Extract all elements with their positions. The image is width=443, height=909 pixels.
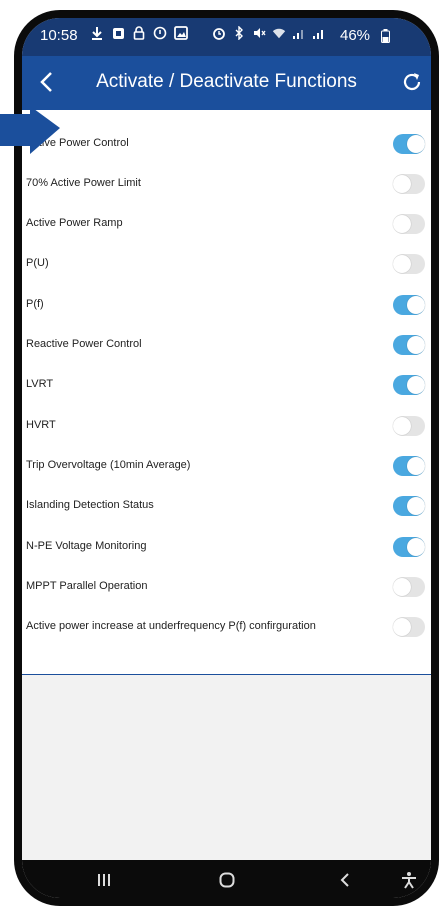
status-right-icons: [212, 26, 326, 40]
sync-icon: [153, 26, 167, 40]
function-row-islanding-detection: Islanding Detection Status: [22, 487, 431, 527]
toggle-knob: [407, 135, 425, 153]
mute-icon: [252, 26, 266, 40]
page-title: Activate / Deactivate Functions: [96, 71, 357, 92]
function-row-active-power-ramp: Active Power Ramp: [22, 205, 431, 245]
function-row-trip-overvoltage: Trip Overvoltage (10min Average): [22, 447, 431, 487]
refresh-button[interactable]: [396, 66, 428, 98]
function-label: LVRT: [26, 378, 54, 390]
function-row-active-power-control: Active Power Control: [22, 125, 431, 165]
toggle-mppt-parallel-operation[interactable]: [393, 577, 425, 597]
toggle-knob: [393, 175, 411, 193]
toggle-lvrt[interactable]: [393, 375, 425, 395]
back-icon: [340, 873, 349, 887]
phone-screen: 10:58 46% Activate / Deactivate Function…: [22, 18, 431, 898]
toggle-islanding-detection[interactable]: [393, 496, 425, 516]
recent-apps-button[interactable]: [84, 866, 124, 894]
toggle-n-pe-voltage-monitoring[interactable]: [393, 537, 425, 557]
status-left-icons: [90, 26, 188, 40]
toggle-knob: [393, 215, 411, 233]
toggle-knob: [407, 336, 425, 354]
toggle-active-power-ramp[interactable]: [393, 214, 425, 234]
function-label: MPPT Parallel Operation: [26, 580, 148, 592]
function-label: Active power increase at underfrequency …: [26, 620, 316, 632]
function-label: N-PE Voltage Monitoring: [26, 540, 147, 552]
battery-icon: [378, 29, 392, 43]
accessibility-button[interactable]: [389, 866, 429, 894]
bluetooth-icon: [232, 26, 246, 40]
refresh-icon: [403, 73, 421, 91]
pointer-arrow-icon: [0, 106, 60, 154]
function-row-n-pe-voltage-monitoring: N-PE Voltage Monitoring: [22, 528, 431, 568]
alarm-icon: [212, 26, 226, 40]
toggle-reactive-power-control[interactable]: [393, 335, 425, 355]
toggle-p-u[interactable]: [393, 254, 425, 274]
nav-back-button[interactable]: [325, 866, 365, 894]
app-header: Activate / Deactivate Functions: [22, 56, 431, 110]
function-row-lvrt: LVRT: [22, 366, 431, 406]
function-label: 70% Active Power Limit: [26, 177, 141, 189]
toggle-knob: [407, 497, 425, 515]
toggle-knob: [393, 578, 411, 596]
wifi-icon: [272, 26, 286, 40]
function-label: P(f): [26, 298, 44, 310]
function-label: Trip Overvoltage (10min Average): [26, 459, 191, 471]
lock-icon: [132, 26, 146, 40]
system-navigation-bar: [22, 860, 431, 898]
toggle-active-power-control[interactable]: [393, 134, 425, 154]
function-row-hvrt: HVRT: [22, 407, 431, 447]
function-label: P(U): [26, 257, 49, 269]
function-label: Reactive Power Control: [26, 338, 142, 350]
function-label: HVRT: [26, 419, 56, 431]
status-time: 10:58: [40, 27, 78, 44]
home-icon: [219, 872, 235, 888]
notification-icon: [111, 26, 125, 40]
toggle-active-power-increase[interactable]: [393, 617, 425, 637]
function-row-70-active-power-limit: 70% Active Power Limit: [22, 165, 431, 205]
signal-icon: [292, 26, 306, 40]
toggle-knob: [393, 618, 411, 636]
function-row-reactive-power-control: Reactive Power Control: [22, 326, 431, 366]
toggle-trip-overvoltage[interactable]: [393, 456, 425, 476]
toggle-70-active-power-limit[interactable]: [393, 174, 425, 194]
toggle-hvrt[interactable]: [393, 416, 425, 436]
function-row-mppt-parallel-operation: MPPT Parallel Operation: [22, 568, 431, 608]
accessibility-icon: [402, 872, 416, 889]
toggle-p-f[interactable]: [393, 295, 425, 315]
function-label: Active Power Ramp: [26, 217, 123, 229]
toggle-knob: [407, 376, 425, 394]
function-row-active-power-increase: Active power increase at underfrequency …: [22, 608, 431, 648]
toggle-knob: [407, 457, 425, 475]
function-row-p-u: P(U): [22, 245, 431, 285]
functions-list: Active Power Control 70% Active Power Li…: [22, 109, 431, 675]
battery-level: 46%: [340, 27, 371, 44]
toggle-knob: [393, 255, 411, 273]
toggle-knob: [407, 538, 425, 556]
download-icon: [90, 26, 104, 40]
signal-icon: [312, 26, 326, 40]
toggle-knob: [407, 296, 425, 314]
home-button[interactable]: [207, 866, 247, 894]
toggle-knob: [393, 417, 411, 435]
status-bar: 10:58 46%: [22, 18, 431, 56]
recent-apps-icon: [98, 874, 110, 886]
function-label: Islanding Detection Status: [26, 499, 154, 511]
function-row-p-f: P(f): [22, 286, 431, 326]
image-icon: [174, 26, 188, 40]
